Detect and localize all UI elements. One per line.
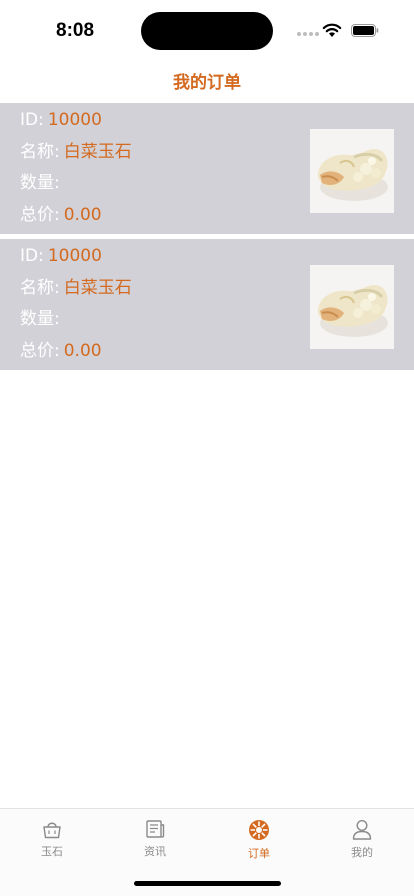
shopping-bag-icon (43, 822, 61, 839)
order-id-value: 10000 (47, 246, 102, 266)
order-name-value: 白菜玉石 (63, 278, 132, 298)
order-name-label: 名称: (20, 142, 60, 162)
tab-news[interactable]: 资讯 (125, 819, 185, 869)
order-card[interactable]: ID: 10000 名称: 白菜玉石 数量: 总价: 0.00 (0, 239, 414, 370)
order-id-row: ID: 10000 (20, 109, 102, 131)
navigation-bar: 我的订单 (0, 58, 414, 102)
order-total-value: 0.00 (63, 205, 102, 225)
order-name-row: 名称: 白菜玉石 (20, 277, 132, 299)
order-quantity-label: 数量: (20, 309, 60, 329)
tab-label: 订单 (248, 847, 270, 860)
order-quantity-label: 数量: (20, 173, 60, 193)
order-total-row: 总价: 0.00 (20, 340, 102, 362)
order-id-label: ID: (20, 246, 44, 266)
battery-icon (351, 24, 379, 37)
tab-label: 资讯 (144, 845, 166, 858)
order-id-row: ID: 10000 (20, 245, 102, 267)
tab-jade[interactable]: 玉石 (22, 819, 82, 869)
order-total-value: 0.00 (63, 341, 102, 361)
product-thumbnail (310, 265, 394, 349)
order-name-row: 名称: 白菜玉石 (20, 141, 132, 163)
order-total-label: 总价: (20, 205, 60, 225)
tab-label: 玉石 (41, 845, 63, 858)
tab-mine[interactable]: 我的 (332, 819, 392, 869)
tab-orders[interactable]: 订单 (229, 819, 289, 869)
cellular-signal-icon (297, 32, 319, 36)
news-icon (146, 820, 165, 838)
product-thumbnail (310, 129, 394, 213)
order-id-label: ID: (20, 110, 44, 130)
person-icon (352, 819, 372, 840)
orders-icon (249, 820, 269, 840)
order-name-label: 名称: (20, 278, 60, 298)
order-id-value: 10000 (47, 110, 102, 130)
status-time: 8:08 (56, 20, 95, 41)
status-bar: 8:08 (0, 0, 414, 58)
wifi-icon (322, 23, 342, 37)
order-card[interactable]: ID: 10000 名称: 白菜玉石 数量: 总价: 0.00 (0, 103, 414, 234)
order-name-value: 白菜玉石 (63, 142, 132, 162)
order-total-row: 总价: 0.00 (20, 204, 102, 226)
order-quantity-row: 数量: (20, 172, 64, 194)
tab-label: 我的 (351, 846, 373, 859)
home-indicator[interactable] (134, 881, 281, 886)
page-title: 我的订单 (173, 72, 241, 93)
order-quantity-row: 数量: (20, 308, 64, 330)
dynamic-island (141, 12, 273, 50)
order-total-label: 总价: (20, 341, 60, 361)
